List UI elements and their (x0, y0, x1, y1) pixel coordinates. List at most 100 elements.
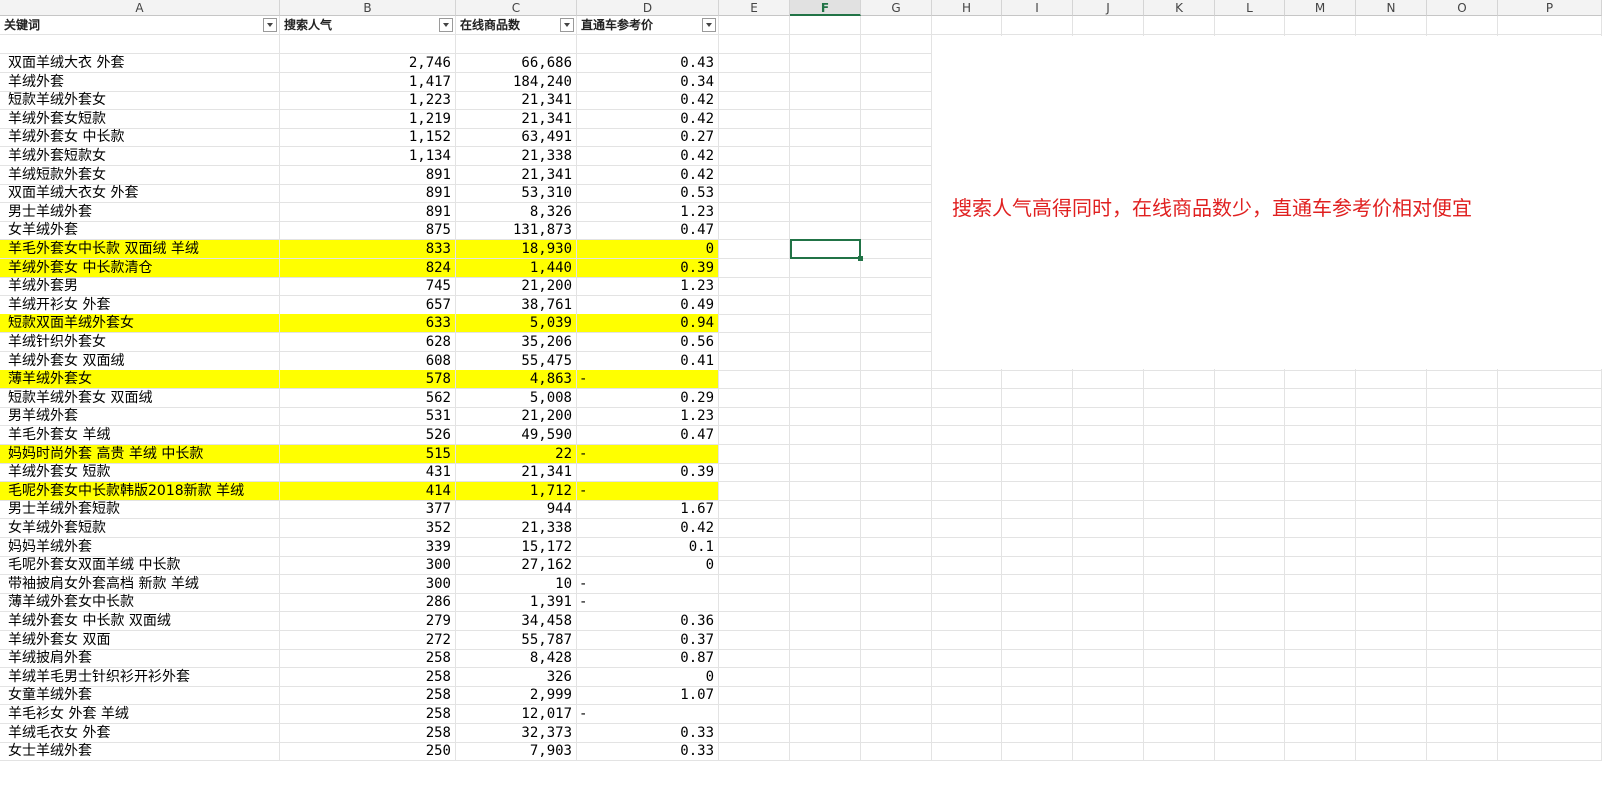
empty-cell[interactable] (1144, 519, 1215, 538)
empty-cell[interactable] (1285, 574, 1356, 594)
empty-cell[interactable] (861, 109, 932, 129)
empty-cell[interactable] (1002, 500, 1073, 520)
empty-cell[interactable] (1215, 612, 1285, 631)
empty-cell[interactable] (1285, 723, 1356, 743)
empty-cell[interactable] (861, 705, 932, 724)
empty-cell[interactable] (719, 35, 790, 54)
filter-dropdown-icon[interactable] (560, 18, 574, 32)
empty-cell[interactable] (1498, 500, 1602, 520)
empty-cell[interactable] (932, 537, 1002, 557)
popularity-cell[interactable]: 300 (280, 556, 456, 576)
column-header-e[interactable]: E (719, 0, 790, 16)
empty-cell[interactable] (1285, 537, 1356, 557)
empty-cell[interactable] (1356, 630, 1427, 650)
column-header-p[interactable]: P (1498, 0, 1602, 16)
online-count-cell[interactable]: 38,761 (456, 295, 577, 315)
empty-cell[interactable] (790, 351, 861, 371)
empty-cell[interactable] (1356, 686, 1427, 706)
keyword-cell[interactable]: 双面羊绒大衣 外套 (0, 54, 280, 73)
popularity-cell[interactable]: 891 (280, 165, 456, 185)
column-header-m[interactable]: M (1285, 0, 1356, 16)
empty-cell[interactable] (719, 128, 790, 148)
empty-cell[interactable] (1073, 593, 1144, 613)
empty-cell[interactable] (719, 295, 790, 315)
popularity-cell[interactable]: 745 (280, 277, 456, 297)
empty-cell[interactable] (1285, 593, 1356, 613)
popularity-cell[interactable]: 1,219 (280, 109, 456, 129)
empty-cell[interactable] (790, 574, 861, 594)
empty-cell[interactable] (1002, 686, 1073, 706)
popularity-cell[interactable]: 1,134 (280, 147, 456, 166)
empty-cell[interactable] (861, 258, 932, 278)
empty-cell[interactable] (1427, 16, 1498, 35)
empty-cell[interactable] (861, 165, 932, 185)
empty-cell[interactable] (932, 519, 1002, 538)
keyword-cell[interactable]: 薄羊绒外套女中长款 (0, 593, 280, 613)
price-cell[interactable]: 0.37 (577, 630, 719, 650)
empty-cell[interactable] (861, 574, 932, 594)
price-cell[interactable]: 0.1 (577, 537, 719, 557)
price-cell[interactable]: - (577, 481, 719, 501)
empty-cell[interactable] (1144, 723, 1215, 743)
keyword-cell[interactable]: 羊绒开衫女 外套 (0, 295, 280, 315)
empty-cell[interactable] (1285, 742, 1356, 762)
empty-cell[interactable] (932, 407, 1002, 427)
empty-cell[interactable] (1427, 630, 1498, 650)
empty-cell[interactable] (861, 16, 932, 35)
filter-dropdown-icon[interactable] (263, 18, 277, 32)
online-count-cell[interactable]: 66,686 (456, 54, 577, 73)
empty-cell[interactable] (1498, 556, 1602, 576)
keyword-cell[interactable]: 女童羊绒外套 (0, 686, 280, 706)
online-count-cell[interactable]: 184,240 (456, 72, 577, 92)
empty-cell[interactable] (1215, 593, 1285, 613)
popularity-cell[interactable]: 258 (280, 649, 456, 669)
empty-cell[interactable] (1356, 667, 1427, 687)
popularity-cell[interactable]: 258 (280, 667, 456, 687)
price-cell[interactable]: 0.42 (577, 109, 719, 129)
empty-cell[interactable] (790, 667, 861, 687)
popularity-cell[interactable]: 875 (280, 221, 456, 241)
empty-cell[interactable] (1285, 370, 1356, 390)
empty-cell[interactable] (861, 444, 932, 464)
price-cell[interactable]: 0.34 (577, 72, 719, 92)
empty-cell[interactable] (1285, 388, 1356, 408)
empty-cell[interactable] (1144, 407, 1215, 427)
empty-cell[interactable] (719, 184, 790, 204)
empty-cell[interactable] (790, 277, 861, 297)
empty-cell[interactable] (1285, 481, 1356, 501)
price-cell[interactable]: 0.53 (577, 184, 719, 204)
empty-cell[interactable] (1498, 667, 1602, 687)
empty-cell[interactable] (861, 54, 932, 73)
empty-cell[interactable] (1498, 444, 1602, 464)
empty-cell[interactable] (932, 500, 1002, 520)
price-cell[interactable]: 0.39 (577, 463, 719, 483)
header-cell-b[interactable]: 搜索人气 (280, 16, 456, 35)
online-count-cell[interactable]: 12,017 (456, 705, 577, 724)
column-header-o[interactable]: O (1427, 0, 1498, 16)
keyword-cell[interactable]: 短款羊绒外套女 双面绒 (0, 388, 280, 408)
empty-cell[interactable] (861, 35, 932, 54)
empty-cell[interactable] (1427, 649, 1498, 669)
price-cell[interactable]: 0.49 (577, 295, 719, 315)
empty-cell[interactable] (1427, 407, 1498, 427)
price-cell[interactable]: 0.39 (577, 258, 719, 278)
empty-cell[interactable] (1073, 686, 1144, 706)
keyword-cell[interactable]: 男士羊绒外套短款 (0, 500, 280, 520)
empty-cell[interactable] (790, 500, 861, 520)
active-cell-selection[interactable] (790, 239, 863, 261)
empty-cell[interactable] (790, 649, 861, 669)
empty-cell[interactable] (861, 630, 932, 650)
empty-cell[interactable] (1427, 519, 1498, 538)
empty-cell[interactable] (861, 537, 932, 557)
keyword-cell[interactable]: 羊绒外套女 中长款 双面绒 (0, 612, 280, 631)
popularity-cell[interactable]: 258 (280, 705, 456, 724)
popularity-cell[interactable]: 431 (280, 463, 456, 483)
empty-cell[interactable] (1498, 481, 1602, 501)
empty-cell[interactable] (861, 128, 932, 148)
empty-cell[interactable] (1356, 481, 1427, 501)
keyword-cell[interactable]: 女羊绒外套 (0, 221, 280, 241)
keyword-cell[interactable]: 羊绒外套短款女 (0, 147, 280, 166)
empty-cell[interactable] (861, 351, 932, 371)
keyword-cell[interactable]: 毛呢外套女中长款韩版2018新款 羊绒 (0, 481, 280, 501)
price-cell[interactable]: 0.42 (577, 91, 719, 111)
